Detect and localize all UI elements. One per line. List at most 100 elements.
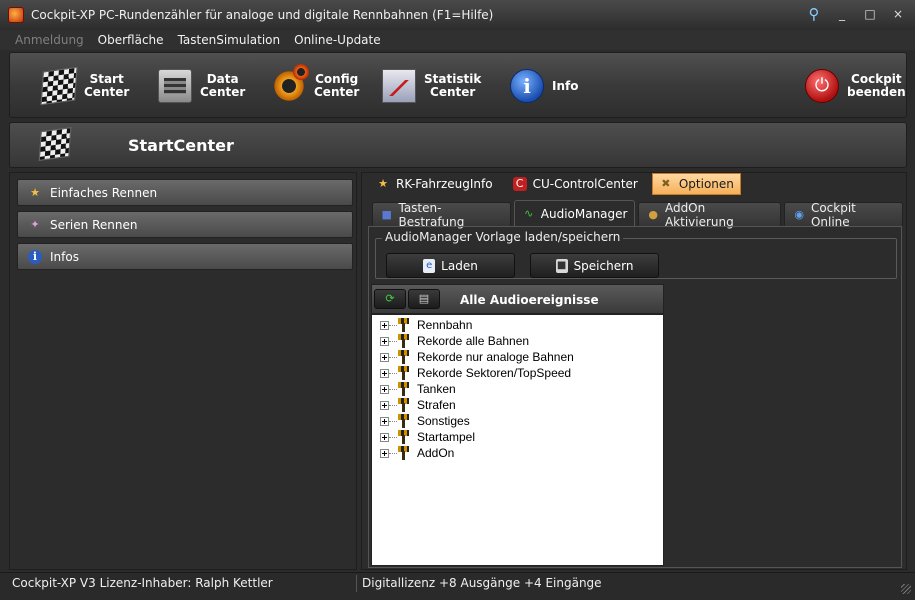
tree-header: ⟳ ▤ Alle Audioereignisse	[371, 284, 664, 314]
sidebar-item-infos[interactable]: i Infos	[17, 243, 353, 270]
menu-oberflaeche[interactable]: Oberfläche	[91, 33, 171, 47]
sidebar-item-serien-rennen[interactable]: ✦ Serien Rennen	[17, 211, 353, 238]
expand-icon[interactable]	[380, 368, 389, 378]
tree-item[interactable]: Sonstiges	[380, 413, 470, 429]
tree-item-label: Rekorde Sektoren/TopSpeed	[417, 366, 572, 380]
tree-item[interactable]: Tanken	[380, 381, 456, 397]
resize-grip-icon[interactable]	[901, 584, 911, 594]
tree-item-label: Rekorde nur analoge Bahnen	[417, 350, 574, 364]
tree-title: Alle Audioereignisse	[460, 293, 599, 307]
tab-tasten-bestrafung[interactable]: ■ Tasten-Bestrafung	[372, 200, 511, 229]
tools-icon: ✖	[661, 177, 671, 190]
main-panel: ★ RK-FahrzeugInfo C CU-ControlCenter ✖ O…	[361, 172, 907, 570]
load-icon: e	[423, 258, 436, 273]
flag-icon	[397, 382, 411, 396]
maximize-button[interactable]: □	[859, 4, 881, 24]
tab-cu-controlcenter[interactable]: C CU-ControlCenter	[507, 173, 644, 195]
expand-icon[interactable]	[380, 336, 389, 346]
tab-optionen[interactable]: ✖ Optionen	[651, 173, 741, 195]
tree-item[interactable]: Rekorde nur analoge Bahnen	[380, 349, 574, 365]
tree-item[interactable]: Rekorde alle Bahnen	[380, 333, 529, 349]
config-center-label: Config Center	[314, 72, 360, 99]
tab-addon-aktivierung[interactable]: ● AddOn Aktivierung	[638, 201, 782, 229]
flag-icon	[397, 366, 411, 380]
tab-cockpit-online[interactable]: ◉ Cockpit Online	[784, 200, 903, 229]
expand-icon[interactable]	[380, 320, 389, 330]
tab-label: Tasten-Bestrafung	[398, 200, 465, 229]
tab-rk-fahrzeuginfo[interactable]: ★ RK-FahrzeugInfo	[370, 173, 499, 195]
cu-icon: C	[512, 177, 527, 191]
app-icon	[8, 7, 24, 23]
cockpit-beenden-label: Cockpit beenden	[847, 72, 906, 99]
tab-label: CU-ControlCenter	[532, 177, 638, 191]
checkered-flag-icon	[40, 66, 78, 106]
title-bar: Cockpit-XP PC-Rundenzähler für analoge u…	[0, 0, 915, 30]
expand-icon[interactable]	[380, 432, 389, 442]
tab-audiomanager[interactable]: ∿ AudioManager	[513, 200, 636, 226]
tab-label: RK-FahrzeugInfo	[396, 177, 493, 191]
tab-label: Cockpit Online	[810, 200, 856, 229]
info-label: Info	[552, 78, 579, 93]
start-center-label: Start Center	[84, 72, 130, 99]
statistik-center-button[interactable]: Statistik Center	[382, 61, 481, 111]
flag-icon	[397, 446, 411, 460]
search-icon[interactable]: ⚲	[803, 4, 825, 24]
start-center-button[interactable]: Start Center	[40, 61, 130, 111]
expand-icon[interactable]	[380, 416, 389, 426]
tree-item-label: Rekorde alle Bahnen	[417, 334, 530, 348]
expand-icon[interactable]	[380, 448, 389, 458]
info-button[interactable]: i Info	[510, 61, 578, 111]
load-button-label: Laden	[441, 258, 478, 273]
data-center-button[interactable]: Data Center	[158, 61, 245, 111]
tree-item-label: Strafen	[417, 398, 456, 412]
refresh-button[interactable]: ⟳	[374, 289, 406, 309]
star-icon: ★	[378, 177, 388, 190]
sidebar-item-einfaches-rennen[interactable]: ★ Einfaches Rennen	[17, 179, 353, 206]
page-title: StartCenter	[128, 136, 234, 155]
tree-item[interactable]: Strafen	[380, 397, 456, 413]
config-center-button[interactable]: Config Center	[272, 61, 359, 111]
menu-bar: Anmeldung Oberfläche TastenSimulation On…	[0, 30, 915, 50]
menu-online-update[interactable]: Online-Update	[287, 33, 388, 47]
window-title: Cockpit-XP PC-Rundenzähler für analoge u…	[31, 8, 494, 22]
close-button[interactable]: ×	[887, 4, 909, 24]
info-icon: i	[510, 69, 544, 103]
expand-icon[interactable]	[380, 384, 389, 394]
tree-item-label: AddOn	[417, 446, 455, 460]
expand-icon[interactable]	[380, 400, 389, 410]
group-legend: AudioManager Vorlage laden/speichern	[382, 230, 624, 244]
sidebar-item-label: Serien Rennen	[50, 217, 138, 232]
power-icon: ⏻	[805, 69, 839, 103]
sidebar: ★ Einfaches Rennen ✦ Serien Rennen i Inf…	[9, 172, 357, 570]
print-button[interactable]: ▤	[408, 289, 440, 309]
car-icon: ■	[381, 207, 392, 221]
server-icon	[158, 69, 192, 103]
tree-item[interactable]: Rennbahn	[380, 317, 472, 333]
tree-item[interactable]: AddOn	[380, 445, 454, 461]
save-button[interactable]: ■ Speichern	[530, 253, 659, 278]
audio-events-tree[interactable]: Rennbahn Rekorde alle Bahnen Rekorde nur…	[371, 314, 664, 566]
sub-tab-strip: ■ Tasten-Bestrafung ∿ AudioManager ● Add…	[372, 200, 906, 229]
flag-icon	[397, 430, 411, 444]
addon-icon: ●	[648, 207, 659, 221]
expand-icon[interactable]	[380, 352, 389, 362]
tree-item-label: Rennbahn	[417, 318, 473, 332]
tree-item[interactable]: Rekorde Sektoren/TopSpeed	[380, 365, 571, 381]
save-icon: ■	[555, 258, 568, 273]
sidebar-item-label: Infos	[50, 249, 79, 264]
load-button[interactable]: e Laden	[386, 253, 515, 278]
minimize-button[interactable]: _	[831, 4, 853, 24]
menu-tastensimulation[interactable]: TastenSimulation	[171, 33, 288, 47]
license-info-text: Digitallizenz +8 Ausgänge +4 Eingänge	[362, 576, 602, 590]
series-icon: ✦	[30, 217, 40, 231]
main-toolbar: Start Center Data Center Config Center S…	[9, 52, 907, 118]
tree-item-label: Startampel	[417, 430, 476, 444]
tree-item[interactable]: Startampel	[380, 429, 475, 445]
menu-anmeldung[interactable]: Anmeldung	[8, 33, 91, 47]
gears-icon	[272, 63, 310, 103]
top-tab-strip: ★ RK-FahrzeugInfo C CU-ControlCenter ✖ O…	[370, 171, 749, 197]
statistik-center-label: Statistik Center	[424, 72, 482, 99]
cockpit-beenden-button[interactable]: ⏻ Cockpit beenden	[805, 61, 906, 111]
save-button-label: Speichern	[573, 258, 634, 273]
chart-icon	[382, 69, 416, 103]
